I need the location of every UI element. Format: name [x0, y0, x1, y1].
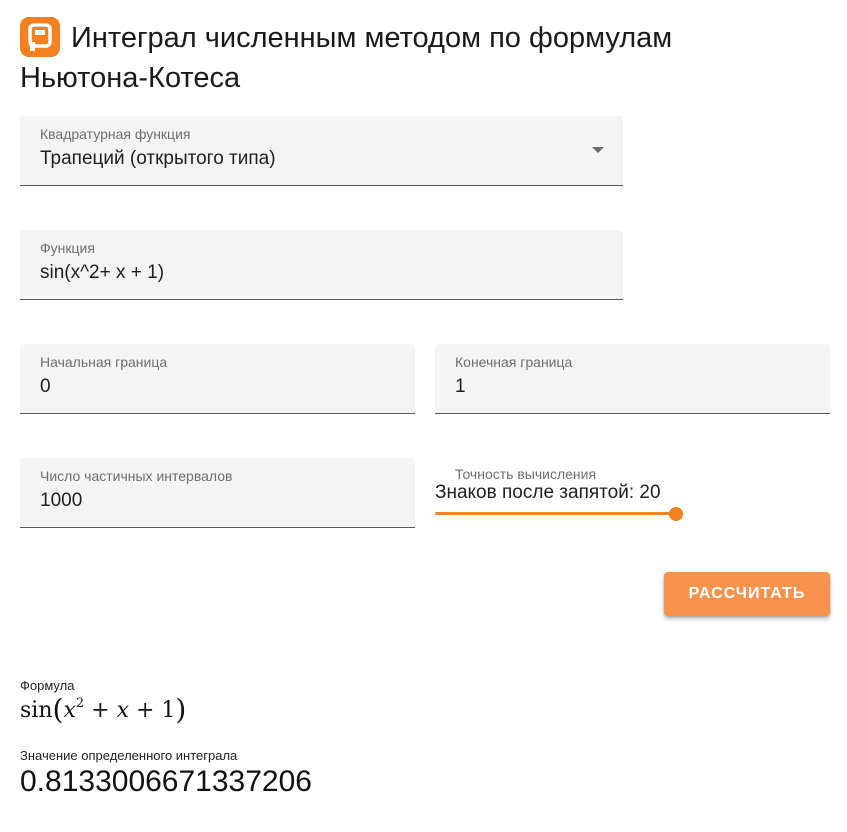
upper-bound-label: Конечная граница [455, 354, 573, 370]
formula-func: sin [20, 698, 53, 723]
upper-bound-field[interactable]: Конечная граница 1 [435, 344, 830, 414]
page-title: Интеграл численным методом по формулам Н… [20, 18, 780, 98]
page-title-text: Интеграл численным методом по формулам Н… [20, 22, 673, 94]
intervals-field[interactable]: Число частичных интервалов 1000 [20, 458, 415, 528]
intervals-label: Число частичных интервалов [40, 468, 233, 484]
function-input[interactable]: sin(x^2+ x + 1) [40, 262, 164, 284]
function-field-label: Функция [40, 240, 95, 256]
precision-caption: Точность вычисления [455, 466, 597, 482]
intervals-input[interactable]: 1000 [40, 490, 82, 512]
formula-rest: + x + 1 [91, 698, 176, 723]
function-field[interactable]: Функция sin(x^2+ x + 1) [20, 230, 623, 300]
calculate-button[interactable]: РАССЧИТАТЬ [664, 572, 830, 616]
formula-var: x [63, 698, 76, 723]
integral-value-label: Значение определенного интеграла [20, 748, 238, 763]
precision-slider-track[interactable] [435, 512, 677, 515]
quadrature-select[interactable]: Квадратурная функция Трапеций (открытого… [20, 116, 623, 186]
precision-slider-thumb[interactable] [669, 507, 683, 521]
upper-bound-input[interactable]: 1 [455, 376, 466, 398]
formula-label: Формула [20, 678, 75, 693]
formula-display: sin(x2 + x + 1) [20, 693, 187, 726]
formula-power: 2 [75, 696, 85, 711]
dropdown-arrow-icon[interactable] [592, 147, 604, 153]
precision-slider-label: Знаков после запятой: 20 [435, 482, 661, 503]
lower-bound-label: Начальная граница [40, 354, 168, 370]
lower-bound-input[interactable]: 0 [40, 376, 51, 398]
quadrature-select-label: Квадратурная функция [40, 126, 191, 142]
integral-value: 0.8133006671337206 [20, 765, 312, 798]
quadrature-select-value: Трапеций (открытого типа) [40, 148, 276, 169]
lower-bound-field[interactable]: Начальная граница 0 [20, 344, 415, 414]
